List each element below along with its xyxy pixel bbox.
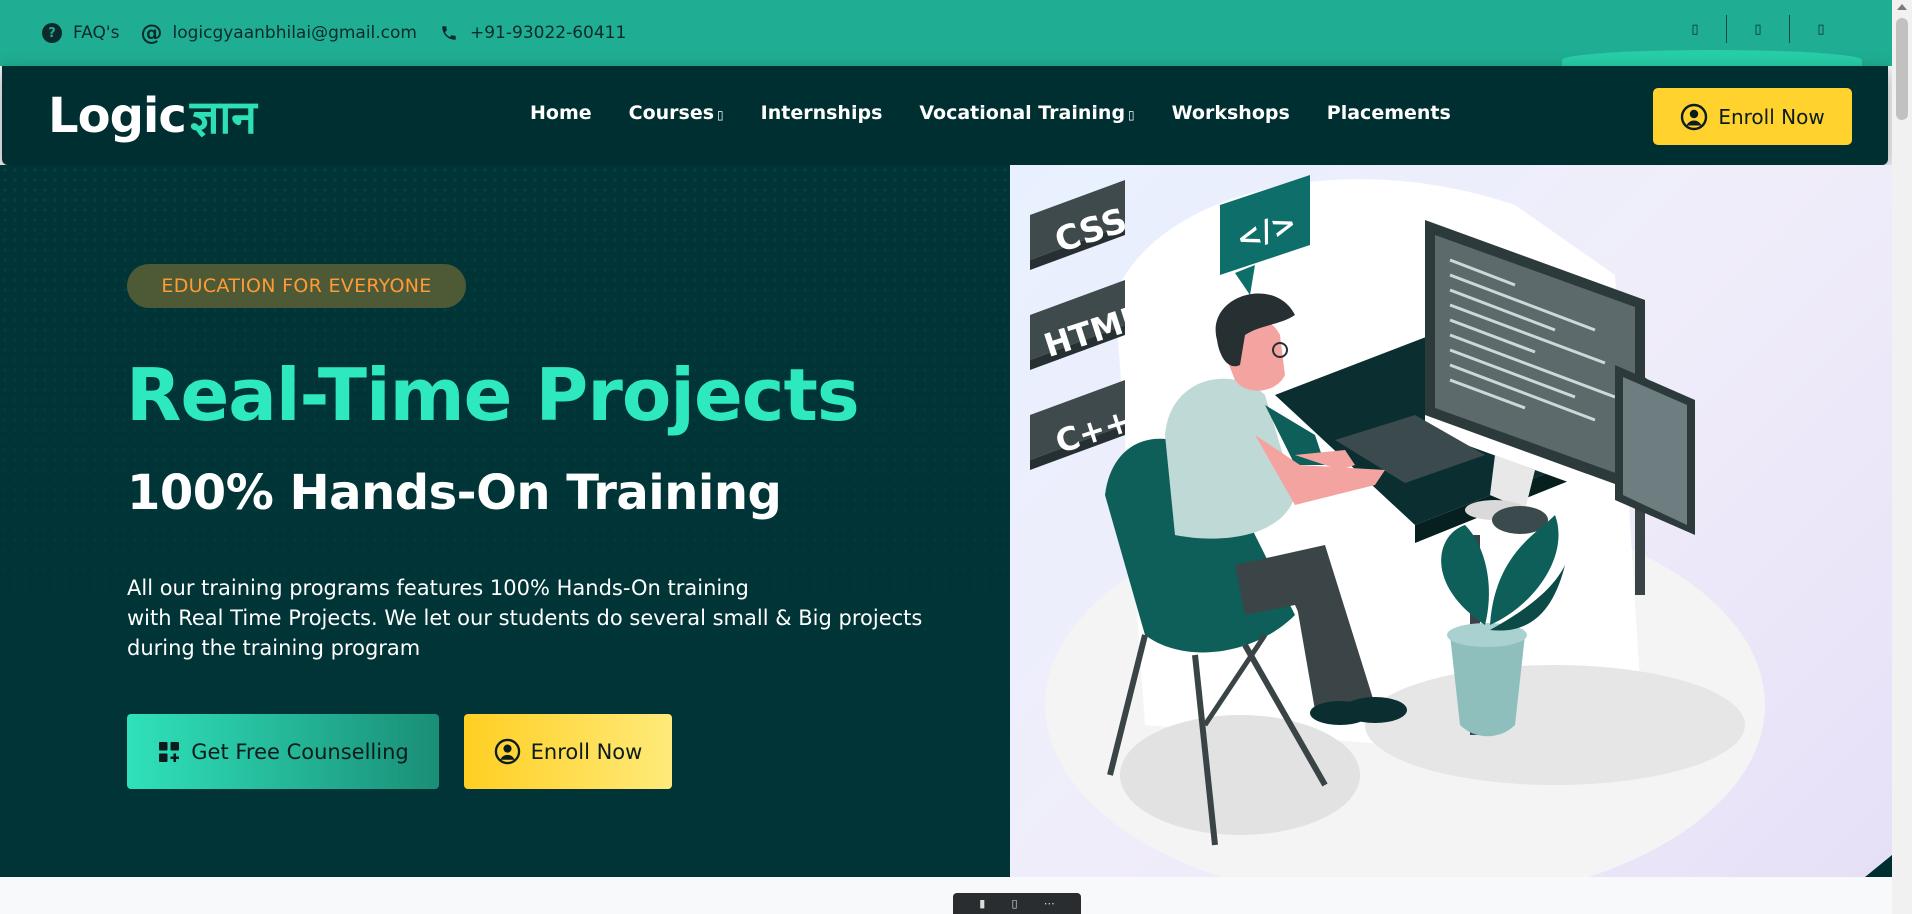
top-bar: ? FAQ's @ logicgyaanbhilai@gmail.com +91… bbox=[0, 0, 1892, 70]
enroll-now-button[interactable]: Enroll Now bbox=[1653, 88, 1852, 145]
email-text: logicgyaanbhilai@gmail.com bbox=[172, 23, 417, 43]
grid-plus-icon bbox=[157, 740, 181, 764]
logo-text-english: Logic bbox=[48, 88, 187, 144]
nav-item-workshops[interactable]: Workshops bbox=[1172, 102, 1290, 124]
faq-link[interactable]: ? FAQ's bbox=[42, 23, 119, 43]
phone-icon bbox=[439, 23, 459, 43]
counselling-label: Get Free Counselling bbox=[191, 739, 409, 764]
enroll-now-label: Enroll Now bbox=[1718, 104, 1825, 129]
logo[interactable]: Logic ज्ञान bbox=[48, 80, 257, 152]
social-icon-2[interactable]: ▯ bbox=[1727, 14, 1789, 44]
hero-enroll-now-button[interactable]: Enroll Now bbox=[464, 714, 672, 789]
social-links: ▯ ▯ ▯ bbox=[1664, 14, 1852, 44]
hero-subtitle: 100% Hands-On Training bbox=[127, 465, 782, 521]
more-icon[interactable]: ⋯ bbox=[1044, 897, 1055, 910]
page-scrollbar[interactable] bbox=[1892, 0, 1912, 914]
social-icon-3[interactable]: ▯ bbox=[1790, 14, 1852, 44]
toolbar-icon[interactable]: ▯ bbox=[1012, 897, 1018, 910]
dropdown-caret-icon: ▯ bbox=[1128, 108, 1135, 122]
cpp-tag: C++ bbox=[1030, 380, 1136, 470]
toolbar-icon[interactable]: ▮ bbox=[979, 897, 985, 910]
education-badge: EDUCATION FOR EVERYONE bbox=[127, 264, 466, 308]
nav-item-vocational-training[interactable]: Vocational Training ▯ bbox=[919, 102, 1134, 124]
nav-item-placements[interactable]: Placements bbox=[1327, 102, 1451, 124]
nav-item-home[interactable]: Home bbox=[530, 102, 592, 124]
description-line: during the training program bbox=[127, 636, 421, 660]
faq-label: FAQ's bbox=[73, 23, 120, 43]
description-line: with Real Time Projects. We let our stud… bbox=[127, 606, 923, 630]
scrollbar-thumb[interactable] bbox=[1896, 18, 1908, 120]
user-circle-icon bbox=[494, 738, 521, 765]
hero-description: All our training programs features 100% … bbox=[127, 573, 927, 663]
hero-title: Real-Time Projects bbox=[126, 353, 860, 437]
question-circle-icon: ? bbox=[42, 23, 62, 43]
logo-text-hindi: ज्ञान bbox=[189, 90, 257, 144]
email-link[interactable]: @ logicgyaanbhilai@gmail.com bbox=[140, 20, 417, 46]
next-section-strip bbox=[0, 877, 1892, 914]
css-tag: CSS bbox=[1030, 180, 1132, 270]
scroll-up-arrow-icon[interactable] bbox=[1897, 4, 1907, 10]
get-free-counselling-button[interactable]: Get Free Counselling bbox=[127, 714, 439, 789]
nav-item-courses[interactable]: Courses ▯ bbox=[629, 102, 724, 124]
social-icon-1[interactable]: ▯ bbox=[1664, 14, 1726, 44]
main-navbar: Logic ज्ञान Home Courses ▯ Internships Vo… bbox=[2, 66, 1888, 165]
hero-section: EDUCATION FOR EVERYONE Real-Time Project… bbox=[0, 165, 1892, 877]
nav-links: Home Courses ▯ Internships Vocational Tra… bbox=[530, 102, 1488, 124]
hero-enroll-label: Enroll Now bbox=[530, 739, 643, 764]
floating-toolbar[interactable]: ▮ ▯ ⋯ bbox=[953, 893, 1081, 914]
dropdown-caret-icon: ▯ bbox=[717, 108, 724, 122]
phone-link[interactable]: +91-93022-60411 bbox=[439, 23, 626, 43]
at-sign-icon: @ bbox=[140, 20, 163, 46]
phone-text: +91-93022-60411 bbox=[470, 23, 627, 43]
developer-illustration: CSS HTML C++ </> bbox=[1030, 175, 1892, 877]
description-line: All our training programs features 100% … bbox=[127, 576, 749, 600]
user-circle-icon bbox=[1680, 103, 1708, 131]
nav-item-internships[interactable]: Internships bbox=[761, 102, 883, 124]
